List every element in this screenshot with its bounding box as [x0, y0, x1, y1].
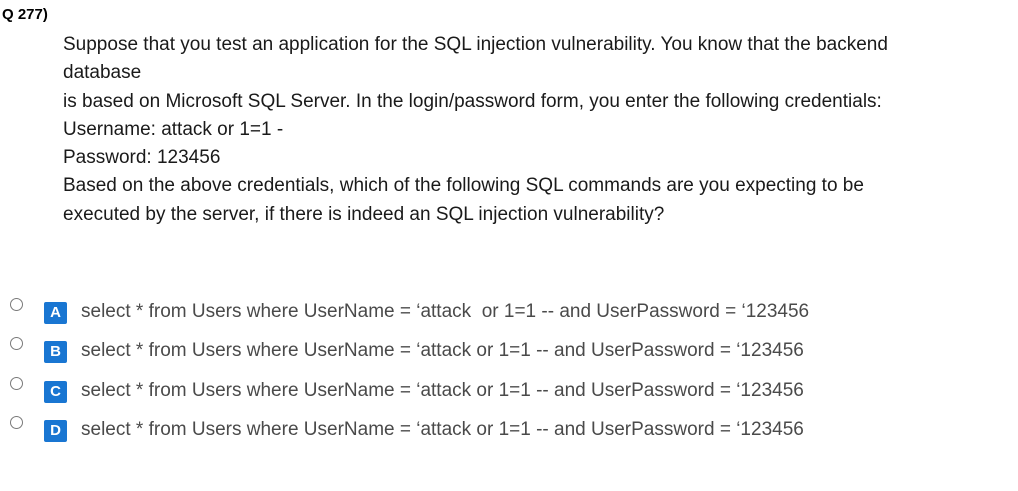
question-line: Suppose that you test an application for…	[63, 34, 888, 55]
question-line: executed by the server, if there is inde…	[63, 203, 665, 225]
radio-button-a[interactable]	[10, 298, 23, 311]
option-letter-badge: A	[44, 302, 67, 324]
option-text: select * from Users where UserName = ‘at…	[81, 301, 810, 322]
radio-button-d[interactable]	[10, 416, 23, 429]
option-letter-badge: B	[44, 341, 67, 363]
radio-button-c[interactable]	[10, 377, 23, 390]
question-line: Username: attack or 1=1 -	[63, 118, 284, 140]
option-text: select * from Users where UserName = ‘at…	[81, 419, 804, 440]
option-b[interactable]: B select * from Users where UserName = ‘…	[0, 334, 1000, 364]
option-text: select * from Users where UserName = ‘at…	[81, 380, 804, 401]
option-d[interactable]: D select * from Users where UserName = ‘…	[0, 413, 1000, 443]
option-letter-badge: C	[44, 381, 67, 403]
question-line: Based on the above credentials, which of…	[63, 175, 864, 197]
question-line: is based on Microsoft SQL Server. In the…	[63, 90, 882, 112]
option-text: select * from Users where UserName = ‘at…	[81, 340, 804, 361]
question-line: Password: 123456	[63, 147, 221, 169]
question-number: Q 277)	[2, 6, 48, 23]
option-letter-badge: D	[44, 420, 67, 442]
radio-button-b[interactable]	[10, 337, 23, 350]
question-line: database	[63, 62, 142, 84]
question-text: Suppose that you test an application for…	[63, 31, 1003, 229]
option-a[interactable]: A select * from Users where UserName = ‘…	[0, 295, 1000, 325]
option-c[interactable]: C select * from Users where UserName = ‘…	[0, 374, 1000, 404]
